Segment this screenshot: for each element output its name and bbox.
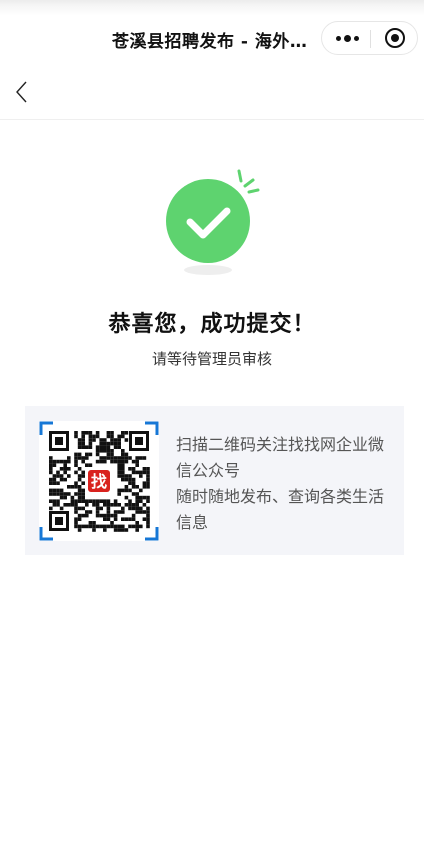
more-dots-icon[interactable] — [334, 26, 360, 50]
qr-badge-text: 找 — [91, 472, 107, 491]
capsule-divider — [370, 30, 371, 48]
promo-text: 扫描二维码关注找找网企业微信公众号 随时随地发布、查询各类生活信息 — [176, 432, 391, 536]
header-divider — [0, 119, 424, 120]
target-icon[interactable] — [385, 28, 405, 48]
success-illustration — [160, 165, 270, 280]
miniprogram-capsule[interactable] — [321, 21, 418, 55]
back-button[interactable] — [10, 78, 34, 106]
top-bar: 苍溪县招聘发布 - 海外和乐 — [0, 0, 424, 80]
promo-line-2: 随时随地发布、查询各类生活信息 — [176, 487, 385, 532]
success-heading: 恭喜您，成功提交！ — [108, 312, 316, 337]
review-notice: 请等待管理员审核 — [151, 350, 272, 368]
promo-line-1: 扫描二维码关注找找网企业微信公众号 — [176, 435, 385, 480]
promo-card: 找 扫描二维码关注找找网企业微信公众号 随时随地发布、查询各类生活信息 — [25, 406, 404, 555]
chevron-left-icon[interactable] — [10, 78, 34, 106]
qr-code[interactable]: 找 — [39, 421, 159, 541]
check-circle-icon — [166, 169, 260, 275]
page-title: 苍溪县招聘发布 - 海外和乐 — [112, 32, 322, 52]
